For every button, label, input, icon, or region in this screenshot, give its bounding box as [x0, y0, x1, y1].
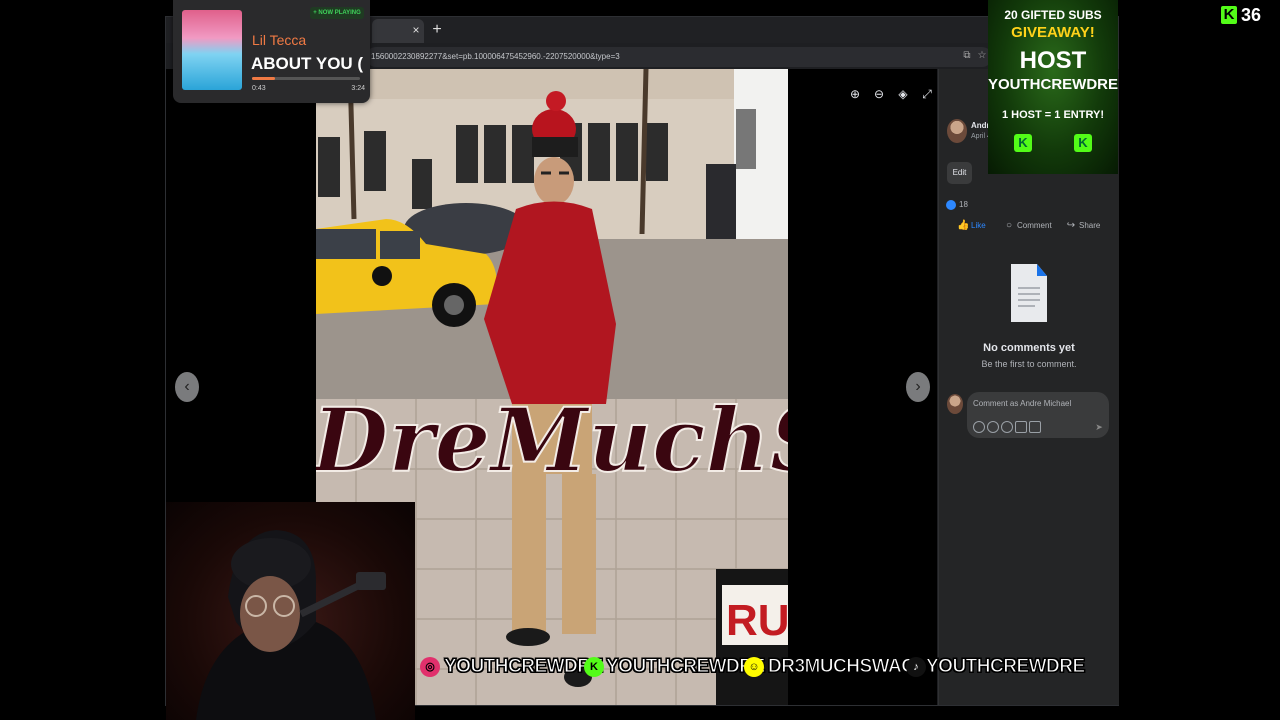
tag-icon[interactable]: ◈	[894, 85, 912, 103]
close-tab-icon[interactable]: ×	[410, 23, 422, 37]
fullscreen-icon[interactable]: ⤢	[918, 85, 936, 103]
previous-photo-button[interactable]: ‹	[175, 372, 199, 402]
zoom-out-icon[interactable]: ⊖	[870, 85, 888, 103]
streamer-silhouette	[196, 530, 386, 720]
share-button[interactable]: ↪ Share	[1065, 218, 1109, 234]
comment-bubble-icon: ○	[1005, 220, 1013, 231]
open-in-app-icon[interactable]: ⧉	[961, 50, 973, 62]
promo-line-1: 20 GIFTED SUBS	[1004, 8, 1102, 22]
share-label: Share	[1079, 221, 1101, 230]
viewer-toolbar: ⊕ ⊖ ◈ ⤢	[846, 85, 936, 105]
url-text[interactable]: 1560002230892277&set=pb.100006475452960.…	[371, 50, 971, 64]
promo-line-4: YOUTHCREWDRE	[988, 76, 1118, 93]
tiktok-icon: ♪	[906, 657, 926, 677]
share-arrow-icon: ↪	[1066, 220, 1076, 231]
photo-overlay-text: DreMuchSwag	[316, 388, 788, 492]
social-handle: YOUTHCREWDRE	[444, 656, 604, 678]
now-playing-badge: + NOW PLAYING	[310, 7, 364, 19]
promo-line-3: HOST	[1019, 47, 1087, 74]
comment-toolbar	[973, 421, 1053, 433]
kick-logo-icon: K	[1221, 6, 1237, 24]
now-playing-widget: + NOW PLAYING Lil Tecca ABOUT YOU (... 0…	[173, 0, 370, 103]
track-artist: Lil Tecca	[252, 32, 307, 48]
social-handle: DR3MUCHSWAG	[768, 656, 917, 678]
giveaway-promo: 20 GIFTED SUBS GIVEAWAY! HOST YOUTHCREWD…	[988, 0, 1118, 174]
kick-badge-left: K	[1014, 134, 1032, 152]
new-tab-button[interactable]: +	[428, 21, 446, 39]
reaction-count[interactable]: 18	[959, 200, 979, 210]
comment-button[interactable]: ○ Comment	[1003, 218, 1057, 234]
emoji-icon[interactable]	[987, 421, 999, 433]
document-icon	[1011, 264, 1047, 322]
like-button[interactable]: 👍 Like	[957, 218, 991, 234]
bookmark-star-icon[interactable]: ☆	[976, 50, 988, 62]
instagram-icon: ◎	[420, 657, 440, 677]
edit-button[interactable]: Edit	[947, 162, 972, 184]
comment-placeholder[interactable]: Comment as Andre Michael	[973, 398, 1103, 410]
snapchat-icon: ☺	[744, 657, 764, 677]
track-elapsed: 0:43	[252, 85, 266, 92]
track-progress-fill	[252, 77, 275, 80]
thumbs-up-icon: 👍	[957, 220, 970, 231]
like-reaction-icon	[946, 200, 956, 210]
like-label: Like	[971, 221, 986, 230]
sign-text: RU	[726, 596, 788, 645]
promo-line-2: GIVEAWAY!	[1011, 24, 1095, 41]
avatar-sticker-icon[interactable]	[973, 421, 985, 433]
social-handle: YOUTHCREWDRE	[926, 656, 1086, 678]
social-handles-bar: ◎ YOUTHCREWDRE K YOUTHCREWDRE ☺ DR3MUCHSWAG ♪ Y…	[418, 654, 1086, 686]
gif-icon[interactable]	[1015, 421, 1027, 433]
track-title: ABOUT YOU (...	[251, 54, 363, 73]
webcam-feed	[166, 502, 415, 720]
commenter-avatar	[947, 394, 963, 414]
no-comments-title: No comments yet	[983, 342, 1075, 354]
no-comments-subtitle: Be the first to comment.	[981, 359, 1077, 369]
track-progress-bar	[252, 77, 360, 80]
promo-line-5: 1 HOST = 1 ENTRY!	[1002, 109, 1104, 121]
comment-label: Comment	[1017, 221, 1052, 230]
kick-icon: K	[584, 657, 604, 677]
social-handle: YOUTHCREWDRE	[606, 656, 766, 678]
camera-icon[interactable]	[1001, 421, 1013, 433]
sticker-icon[interactable]	[1029, 421, 1041, 433]
author-avatar[interactable]	[947, 119, 967, 143]
album-art	[182, 10, 242, 90]
next-photo-button[interactable]: ›	[906, 372, 930, 402]
kick-badge-right: K	[1074, 134, 1092, 152]
send-icon[interactable]: ➤	[1093, 421, 1105, 433]
zoom-in-icon[interactable]: ⊕	[846, 85, 864, 103]
viewer-count: 36	[1241, 5, 1262, 25]
track-duration: 3:24	[351, 85, 365, 92]
